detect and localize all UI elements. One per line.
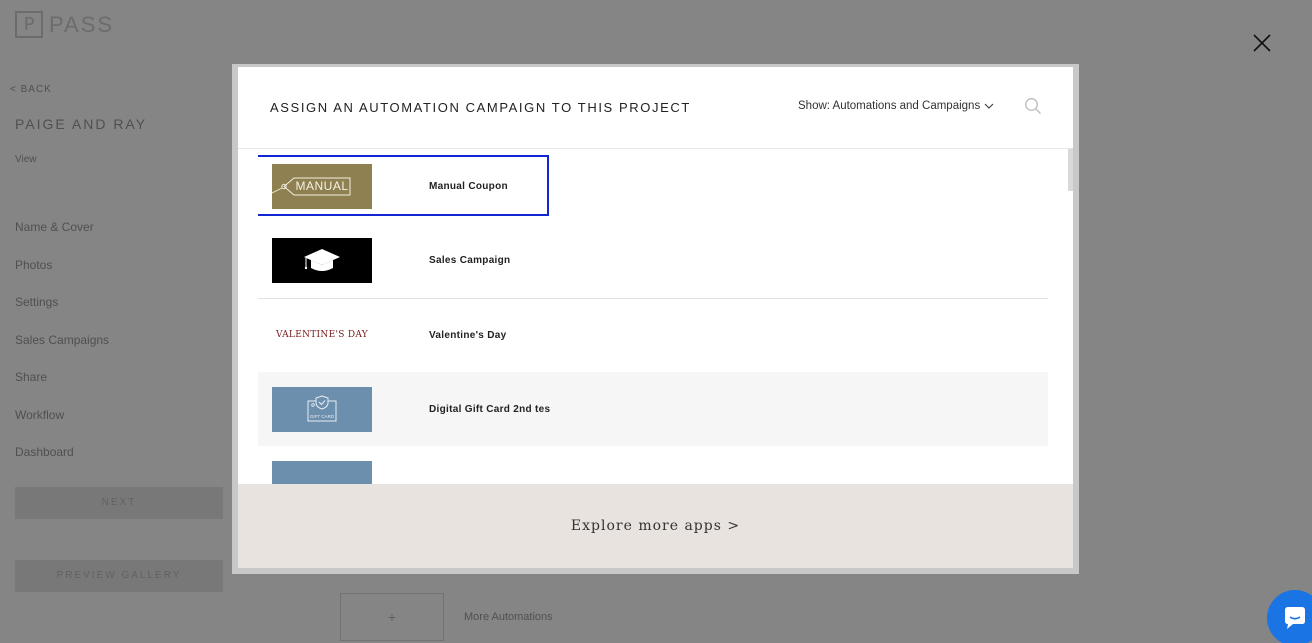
campaign-name: Sales Campaign [429,254,511,266]
chat-bubble-icon [1285,607,1305,629]
chat-icon[interactable] [1267,590,1312,643]
filter-dropdown[interactable]: Show: Automations and Campaigns [798,100,994,112]
assign-campaign-modal: ASSIGN AN AUTOMATION CAMPAIGN TO THIS PR… [238,67,1073,568]
list-item-partial[interactable] [258,446,1048,484]
thumb-text: MANUAL [295,178,349,193]
campaign-thumbnail: GIFT CARD [272,386,372,432]
thumb-text: VALENTINE'S DAY [275,330,369,341]
search-icon[interactable] [1024,97,1042,115]
chevron-down-icon [984,103,994,109]
campaign-list[interactable]: MANUAL Manual Coupon Sales Campaign VALE… [258,149,1048,484]
close-icon[interactable] [1250,31,1274,55]
modal-footer: Explore more apps > [238,484,1073,568]
gift-card-text: GIFT CARD [310,414,335,419]
list-scrollbar[interactable] [1068,149,1073,191]
list-item-digital-gift-card[interactable]: GIFT CARD Digital Gift Card 2nd tes [258,371,1048,447]
campaign-thumbnail: VALENTINE'S DAY [272,312,372,358]
campaign-name: Digital Gift Card 2nd tes [429,403,551,415]
campaign-name: Valentine's Day [429,329,507,341]
filter-label: Show: Automations and Campaigns [798,100,981,112]
gift-card-icon: GIFT CARD [307,395,337,422]
modal-title: ASSIGN AN AUTOMATION CAMPAIGN TO THIS PR… [270,100,691,115]
campaign-thumbnail [272,237,372,283]
list-item-sales-campaign[interactable]: Sales Campaign [258,223,1048,297]
explore-more-apps-link[interactable]: Explore more apps > [571,518,740,534]
list-item-valentines-day[interactable]: VALENTINE'S DAY Valentine's Day [258,297,1048,372]
modal-header: ASSIGN AN AUTOMATION CAMPAIGN TO THIS PR… [238,67,1073,149]
campaign-thumbnail: MANUAL [272,163,372,209]
campaign-name: Manual Coupon [429,180,508,192]
campaign-thumbnail [272,461,372,484]
list-item-manual-coupon[interactable]: MANUAL Manual Coupon [258,149,1048,223]
graduation-cap-icon [304,249,340,272]
